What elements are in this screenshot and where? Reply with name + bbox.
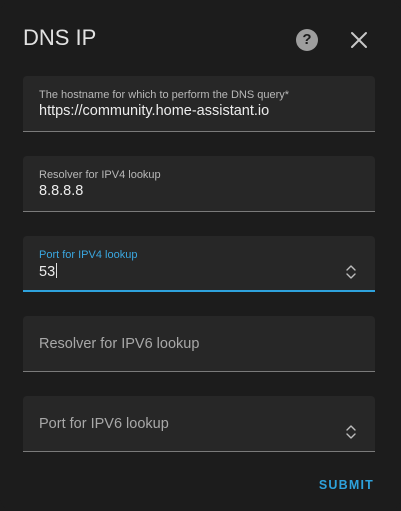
port-ipv6-label: Port for IPV6 lookup bbox=[39, 416, 169, 432]
port-ipv4-field[interactable]: Port for IPV4 lookup 53 bbox=[23, 236, 375, 292]
resolver-ipv6-label: Resolver for IPV6 lookup bbox=[39, 336, 200, 352]
hostname-value[interactable]: https://community.home-assistant.io bbox=[39, 103, 269, 119]
port-ipv4-input[interactable]: 53 bbox=[39, 263, 58, 280]
stepper-icon[interactable] bbox=[345, 424, 357, 440]
dialog-title: DNS IP bbox=[23, 25, 97, 50]
resolver-ipv4-value[interactable]: 8.8.8.8 bbox=[39, 183, 83, 199]
submit-button[interactable]: SUBMIT bbox=[319, 478, 374, 492]
close-icon[interactable] bbox=[347, 28, 371, 52]
text-caret bbox=[56, 263, 58, 278]
hostname-label: The hostname for which to perform the DN… bbox=[39, 89, 290, 101]
port-ipv4-label: Port for IPV4 lookup bbox=[39, 249, 138, 261]
resolver-ipv4-field[interactable]: Resolver for IPV4 lookup 8.8.8.8 bbox=[23, 156, 375, 212]
resolver-ipv4-label: Resolver for IPV4 lookup bbox=[39, 169, 161, 181]
port-ipv4-value: 53 bbox=[39, 264, 56, 280]
port-ipv6-field[interactable]: Port for IPV6 lookup bbox=[23, 396, 375, 452]
dns-ip-dialog: DNS IP ? The hostname for which to perfo… bbox=[0, 0, 401, 511]
stepper-icon[interactable] bbox=[345, 264, 357, 280]
hostname-field[interactable]: The hostname for which to perform the DN… bbox=[23, 76, 375, 132]
resolver-ipv6-field[interactable]: Resolver for IPV6 lookup bbox=[23, 316, 375, 372]
help-icon[interactable]: ? bbox=[296, 29, 318, 51]
